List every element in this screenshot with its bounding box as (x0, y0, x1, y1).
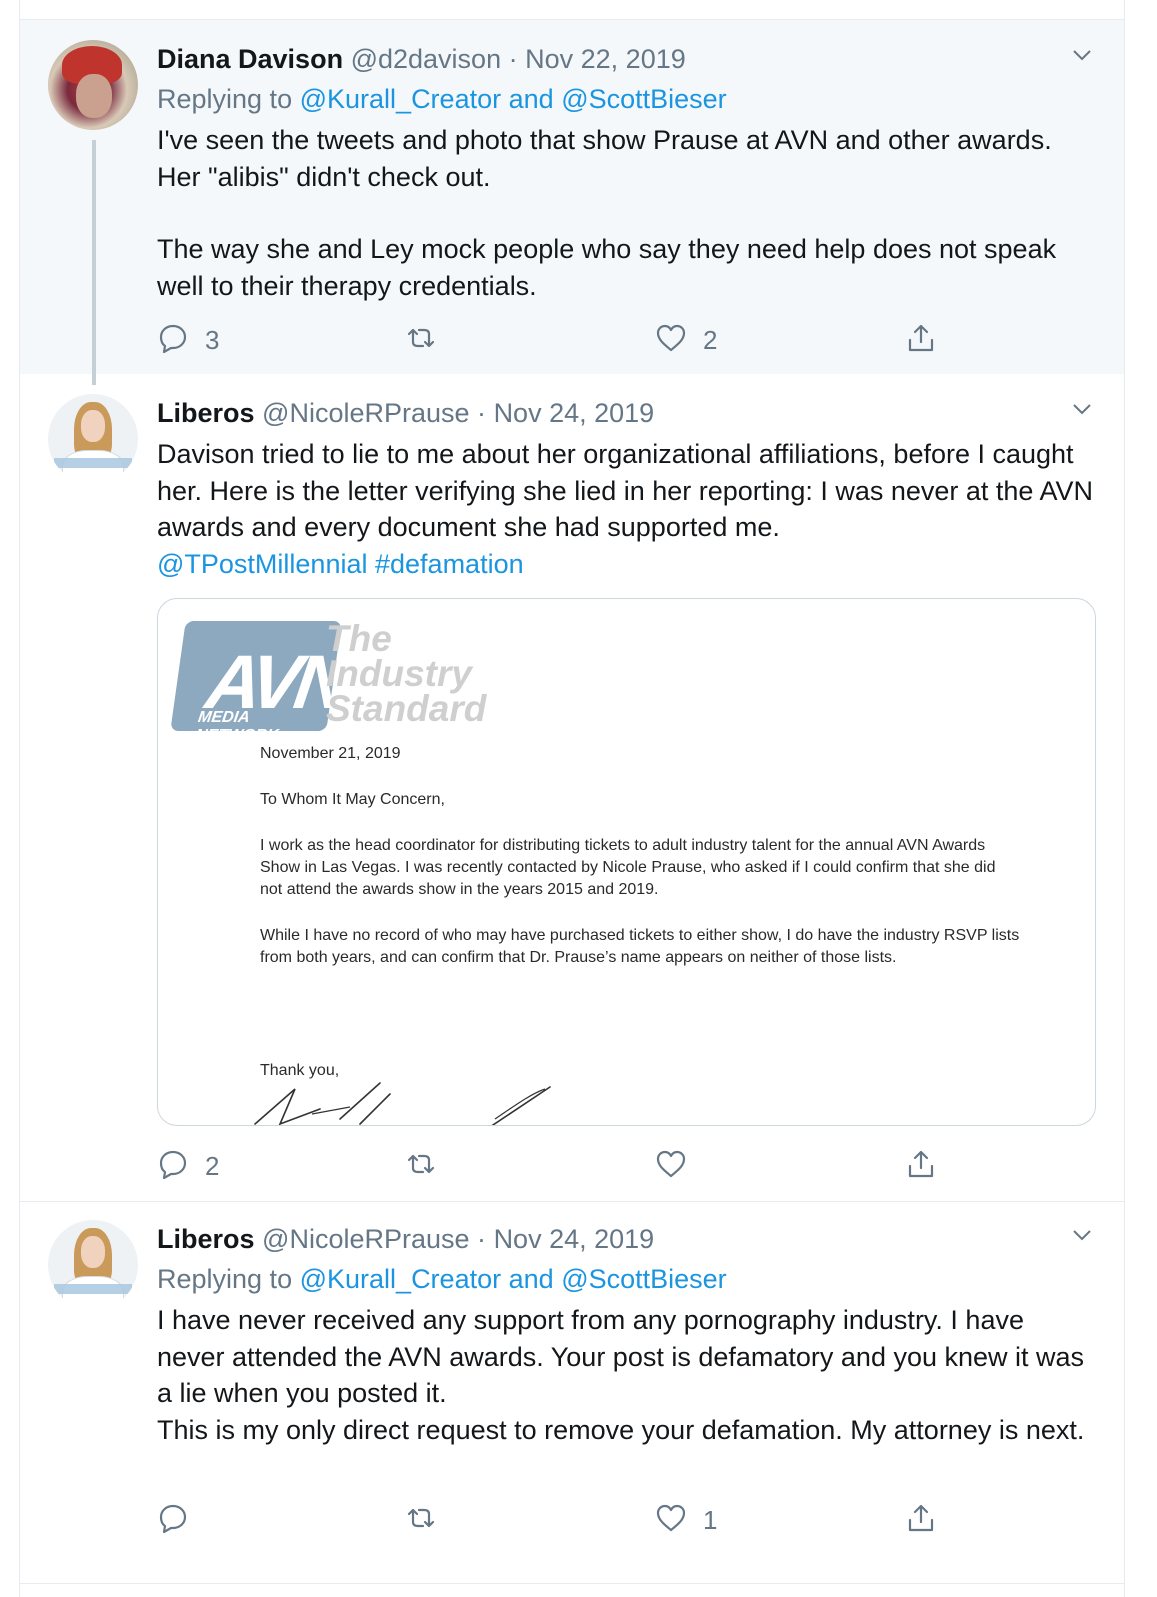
like-icon (655, 1502, 687, 1539)
avatar[interactable] (48, 40, 138, 130)
mention-link[interactable]: @TPostMillennial (157, 549, 367, 579)
tagline-line: The (326, 618, 392, 659)
chevron-down-icon[interactable] (1072, 402, 1092, 422)
like-icon (655, 1148, 687, 1185)
handle[interactable]: @NicoleRPrause (262, 398, 469, 428)
hashtag-link[interactable]: #defamation (375, 549, 524, 579)
tweet-paragraph: I've seen the tweets and photo that show… (157, 125, 1052, 192)
tweet-liberos-reply[interactable]: Liberos @NicoleRPrause · Nov 24, 2019 Re… (20, 1202, 1124, 1584)
tweet-date[interactable]: Nov 24, 2019 (494, 1224, 655, 1254)
tweet-date[interactable]: Nov 24, 2019 (494, 398, 655, 428)
letter-paragraph: While I have no record of who may have p… (260, 927, 1020, 966)
reply-button[interactable] (157, 1500, 205, 1540)
tweet-date[interactable]: Nov 22, 2019 (525, 44, 686, 74)
like-button[interactable]: 1 (655, 1500, 717, 1540)
like-count: 1 (703, 1504, 718, 1535)
mention-link[interactable]: @ScottBieser (561, 84, 726, 114)
share-button[interactable] (905, 1146, 937, 1186)
chevron-down-icon[interactable] (1072, 48, 1092, 68)
letter-salutation: To Whom It May Concern, (260, 791, 445, 808)
logo-tagline: The Industry Standard (326, 618, 487, 729)
share-button[interactable] (905, 320, 937, 360)
like-count: 2 (703, 324, 718, 355)
display-name[interactable]: Liberos (157, 398, 255, 428)
thread-connector (92, 140, 96, 385)
replying-prefix: Replying to (157, 1264, 293, 1294)
chevron-down-icon[interactable] (1072, 1228, 1092, 1248)
share-icon (905, 322, 937, 359)
logo-subtext: MEDIA NETWORK (194, 709, 280, 744)
replying-to: Replying to @Kurall_Creator and @ScottBi… (157, 1264, 727, 1295)
letter-paragraph: I work as the head coordinator for distr… (260, 837, 996, 898)
reply-icon (157, 322, 189, 359)
handle[interactable]: @NicoleRPrause (262, 1224, 469, 1254)
display-name[interactable]: Diana Davison (157, 44, 343, 74)
tweet-liberos-letter[interactable]: Liberos @NicoleRPrause · Nov 24, 2019 Da… (20, 374, 1124, 1202)
like-button[interactable]: 2 (655, 320, 717, 360)
tweet-text: I've seen the tweets and photo that show… (157, 122, 1097, 304)
reply-button[interactable]: 3 (157, 320, 219, 360)
tweet-paragraph: This is my only direct request to remove… (157, 1414, 1085, 1445)
tweet-header: Diana Davison @d2davison · Nov 22, 2019 (157, 44, 686, 75)
reply-count: 2 (205, 1150, 220, 1181)
tweet-actions: 1 (157, 1500, 957, 1540)
share-icon (905, 1502, 937, 1539)
replying-and: and (508, 1264, 554, 1294)
share-button[interactable] (905, 1500, 937, 1540)
mention-link[interactable]: @ScottBieser (561, 1264, 726, 1294)
replying-and: and (508, 84, 554, 114)
like-button[interactable] (655, 1146, 703, 1186)
reply-button[interactable]: 2 (157, 1146, 219, 1186)
tweet-paragraph: I have never received any support from a… (157, 1305, 1085, 1408)
retweet-icon (405, 1502, 437, 1539)
tagline-line: Industry (326, 653, 472, 694)
avatar[interactable] (48, 1220, 138, 1310)
reply-icon (157, 1148, 189, 1185)
dot-separator: · (477, 398, 487, 428)
retweet-button[interactable] (405, 320, 453, 360)
retweet-icon (405, 1148, 437, 1185)
like-icon (655, 322, 687, 359)
tweet-text: Davison tried to lie to me about her org… (157, 436, 1097, 582)
avatar[interactable] (48, 394, 138, 484)
media-card-letter[interactable]: AVN MEDIA NETWORK The Industry Standard … (157, 598, 1096, 1126)
tweet-header: Liberos @NicoleRPrause · Nov 24, 2019 (157, 1224, 654, 1255)
avn-logo: AVN MEDIA NETWORK (170, 621, 350, 744)
dot-separator: · (477, 1224, 487, 1254)
signature-image (254, 1082, 551, 1125)
reply-count: 3 (205, 324, 220, 355)
tweet-actions: 3 2 (157, 320, 957, 360)
tagline-line: Standard (326, 688, 487, 729)
timeline-column: Diana Davison @d2davison · Nov 22, 2019 … (19, 0, 1125, 1597)
dot-separator: · (508, 44, 518, 74)
retweet-icon (405, 322, 437, 359)
tweet-header: Liberos @NicoleRPrause · Nov 24, 2019 (157, 398, 654, 429)
letter-date: November 21, 2019 (260, 745, 401, 762)
tweet-text: I have never received any support from a… (157, 1302, 1097, 1448)
share-icon (905, 1148, 937, 1185)
tweet-actions: 2 (157, 1146, 957, 1186)
reply-icon (157, 1502, 189, 1539)
mention-link[interactable]: @Kurall_Creator (300, 1264, 502, 1294)
replying-prefix: Replying to (157, 84, 293, 114)
tweet-paragraph: The way she and Ley mock people who say … (157, 234, 1057, 301)
replying-to: Replying to @Kurall_Creator and @ScottBi… (157, 84, 727, 115)
retweet-button[interactable] (405, 1500, 453, 1540)
display-name[interactable]: Liberos (157, 1224, 255, 1254)
tweet-diana-davison[interactable]: Diana Davison @d2davison · Nov 22, 2019 … (20, 20, 1124, 385)
mention-link[interactable]: @Kurall_Creator (300, 84, 502, 114)
retweet-button[interactable] (405, 1146, 453, 1186)
tweet-paragraph: Davison tried to lie to me about her org… (157, 439, 1093, 542)
handle[interactable]: @d2davison (351, 44, 502, 74)
